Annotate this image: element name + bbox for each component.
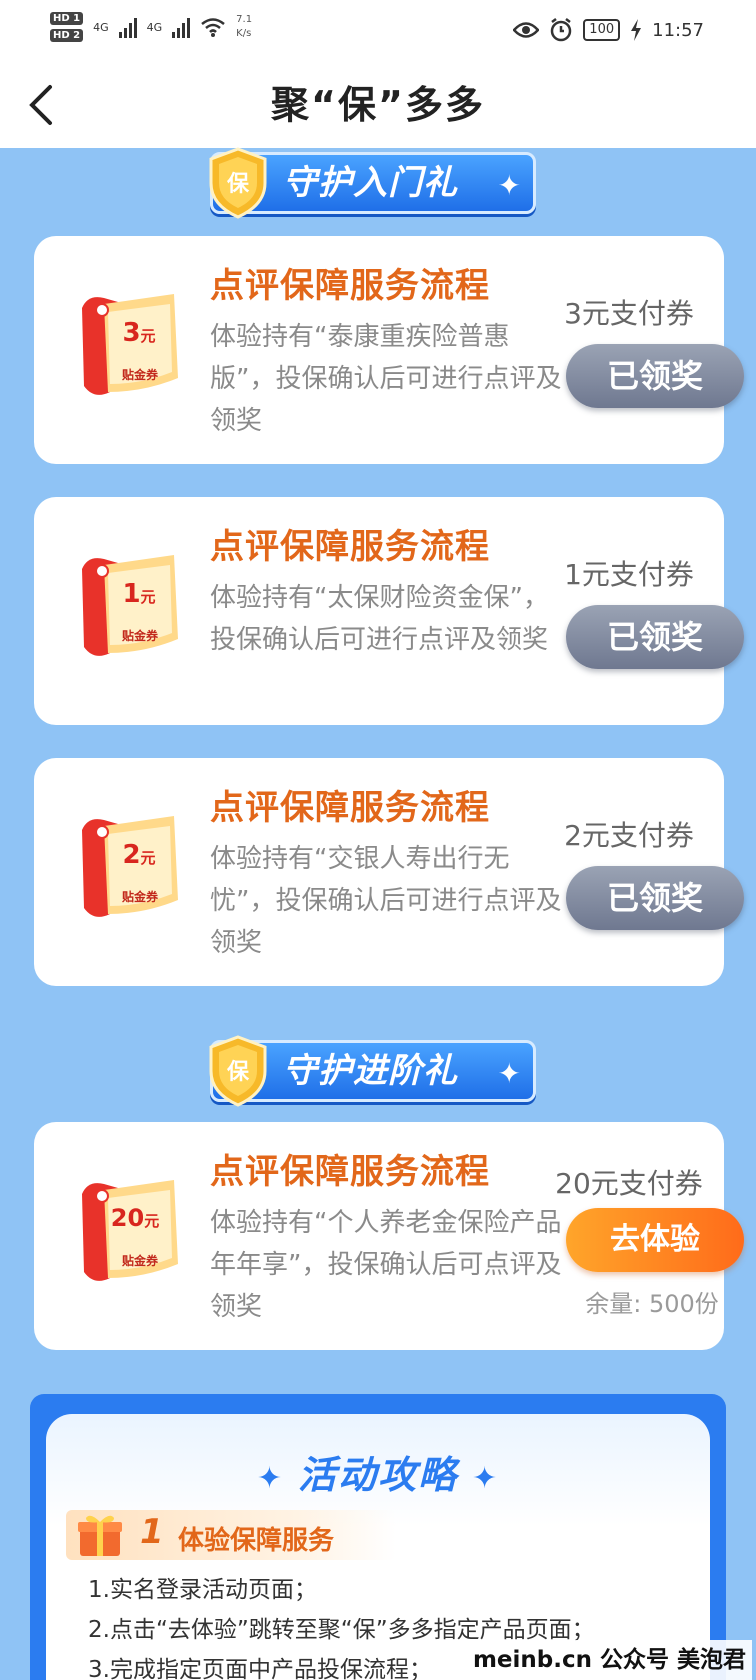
status-bar: HD 1 HD 2 4G 4G 7.1 K/s 100 11:57 bbox=[0, 0, 756, 62]
card-title: 点评保障服务流程 bbox=[210, 266, 490, 306]
coupon-label: 贴金券 bbox=[121, 368, 158, 382]
signal-icon-2 bbox=[172, 16, 191, 38]
list-item: 1.实名登录活动页面； bbox=[88, 1577, 317, 1603]
wifi-icon bbox=[201, 18, 225, 37]
coupon-amount-value: 20 bbox=[110, 1204, 145, 1232]
coupon-label: 贴金券 bbox=[121, 890, 158, 904]
watermark: meinb.cn 公众号 美泡君 bbox=[466, 1640, 752, 1680]
shield-icon: 保 bbox=[209, 147, 267, 219]
coupon-amount-unit: 元 bbox=[140, 327, 156, 345]
card-title: 点评保障服务流程 bbox=[210, 1152, 490, 1192]
coupon-amount-value: 2 bbox=[122, 840, 141, 870]
card-title: 点评保障服务流程 bbox=[210, 527, 490, 567]
coupon-amount-unit: 元 bbox=[140, 849, 156, 867]
coupon-amount-unit: 元 bbox=[140, 588, 156, 606]
claimed-button[interactable]: 已领奖 bbox=[566, 866, 744, 930]
coupon-icon bbox=[82, 1180, 178, 1281]
card-title: 点评保障服务流程 bbox=[210, 788, 490, 828]
net-speed: 7.1 K/s bbox=[236, 13, 252, 41]
coupon-amount: 3元 bbox=[104, 318, 174, 348]
shield-icon: 保 bbox=[209, 1035, 267, 1107]
reward-label: 3元支付券 bbox=[564, 297, 694, 330]
strategy-title: ✦ 活动攻略 ✦ bbox=[46, 1444, 710, 1499]
reward-label: 20元支付券 bbox=[555, 1167, 703, 1200]
coupon-amount: 2元 bbox=[104, 840, 174, 870]
alarm-icon bbox=[551, 18, 572, 42]
reward-label: 1元支付券 bbox=[564, 558, 694, 591]
coupon-amount: 20元 bbox=[100, 1204, 170, 1232]
net-speed-unit: K/s bbox=[236, 28, 252, 39]
hd-indicators: HD 1 HD 2 bbox=[50, 12, 84, 42]
status-right: 100 11:57 bbox=[513, 18, 704, 42]
task-card: 3元 贴金券 点评保障服务流程 体验持有“泰康重疾险普惠版”，投保确认后可进行点… bbox=[34, 236, 744, 464]
step-number: 1 bbox=[140, 1512, 164, 1552]
battery-icon: 100 bbox=[583, 19, 621, 41]
task-card: 20元 贴金券 点评保障服务流程 体验持有“个人养老金保险产品年年享”，投保确认… bbox=[34, 1122, 744, 1350]
try-button[interactable]: 去体验 bbox=[566, 1208, 744, 1272]
strategy-title-text: 活动攻略 bbox=[297, 1453, 458, 1497]
network-type-2: 4G bbox=[146, 20, 163, 34]
gift-icon bbox=[78, 1515, 122, 1556]
page-title: 聚“保”多多 bbox=[271, 83, 485, 127]
section-title-entry: 守护入门礼 bbox=[283, 163, 458, 203]
section-ribbon-advanced: 保 守护进阶礼 ✦ bbox=[209, 1035, 536, 1107]
sparkle-icon: ✦ bbox=[497, 1057, 521, 1090]
section-ribbon-entry: 保 守护入门礼 ✦ bbox=[209, 147, 536, 219]
coupon-amount: 1元 bbox=[104, 579, 174, 609]
sparkle-icon: ✦ bbox=[472, 1461, 500, 1496]
card-description: 体验持有“太保财险资金保”，投保确认后可进行点评及领奖 bbox=[210, 583, 549, 655]
hd2-badge: HD 2 bbox=[50, 29, 84, 42]
shield-badge-char: 保 bbox=[226, 172, 250, 197]
network-type-1: 4G bbox=[93, 20, 109, 34]
coupon-icon bbox=[82, 555, 178, 656]
step-header: 1 体验保障服务 bbox=[66, 1510, 396, 1560]
signal-icon bbox=[118, 16, 137, 38]
net-speed-value: 7.1 bbox=[236, 14, 253, 25]
coupon-icon bbox=[82, 816, 178, 917]
nav-bar: 聚“保”多多 bbox=[0, 62, 756, 148]
card-description: 体验持有“个人养老金保险产品年年享”，投保确认后可点评及领奖 bbox=[210, 1208, 562, 1322]
reward-label: 2元支付券 bbox=[564, 819, 694, 852]
coupon-amount-unit: 元 bbox=[144, 1212, 160, 1230]
hd1-badge: HD 1 bbox=[50, 12, 84, 25]
clock: 11:57 bbox=[652, 19, 704, 41]
stock-remaining: 余量: 500份 bbox=[585, 1290, 719, 1318]
coupon-label: 贴金券 bbox=[121, 1254, 158, 1268]
section-title-advanced: 守护进阶礼 bbox=[283, 1051, 458, 1091]
eye-icon bbox=[513, 22, 540, 38]
step-title: 体验保障服务 bbox=[178, 1526, 335, 1556]
card-description: 体验持有“泰康重疾险普惠版”，投保确认后可进行点评及领奖 bbox=[210, 322, 562, 436]
coupon-amount-value: 3 bbox=[122, 318, 141, 348]
coupon-label: 贴金券 bbox=[121, 629, 158, 643]
coupon-amount-value: 1 bbox=[122, 579, 141, 609]
status-left: HD 1 HD 2 4G 4G 7.1 K/s bbox=[50, 12, 252, 42]
claimed-button[interactable]: 已领奖 bbox=[566, 344, 744, 408]
shield-badge-char: 保 bbox=[226, 1060, 250, 1085]
task-card: 2元 贴金券 点评保障服务流程 体验持有“交银人寿出行无忧”，投保确认后可进行点… bbox=[34, 758, 744, 986]
card-description: 体验持有“交银人寿出行无忧”，投保确认后可进行点评及领奖 bbox=[210, 844, 562, 958]
charging-icon bbox=[631, 19, 642, 41]
claimed-button[interactable]: 已领奖 bbox=[566, 605, 744, 669]
sparkle-icon: ✦ bbox=[256, 1461, 284, 1496]
task-card: 1元 贴金券 点评保障服务流程 体验持有“太保财险资金保”，投保确认后可进行点评… bbox=[34, 497, 744, 725]
sparkle-icon: ✦ bbox=[497, 169, 521, 202]
coupon-icon bbox=[82, 294, 178, 395]
